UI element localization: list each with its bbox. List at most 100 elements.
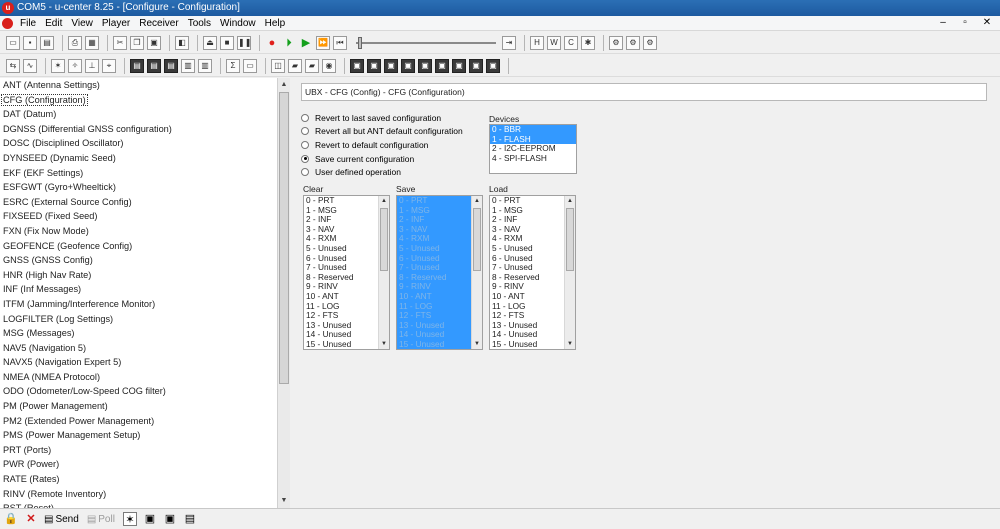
radio-button-icon[interactable] <box>301 168 309 177</box>
deviation-map-icon[interactable]: ▣ <box>384 58 398 73</box>
playback-slider[interactable] <box>356 36 496 50</box>
hot-start-icon[interactable]: H <box>530 35 544 50</box>
speed-icon[interactable]: ▣ <box>452 58 466 73</box>
cut-icon[interactable]: ✂ <box>113 35 127 50</box>
message-list-item[interactable]: ITFM (Jamming/Interference Monitor) <box>0 297 289 312</box>
message-list-item[interactable]: ANT (Antenna Settings) <box>0 78 289 93</box>
message-list-item[interactable]: GNSS (GNSS Config) <box>0 253 289 268</box>
auto-poll-icon[interactable]: ✶ <box>122 512 137 526</box>
new-file-icon[interactable]: ▭ <box>6 35 20 50</box>
scroll-thumb[interactable] <box>380 208 388 271</box>
satellite-level-icon[interactable]: ▣ <box>469 58 483 73</box>
scroll-thumb[interactable] <box>279 92 289 384</box>
radio-button-icon[interactable] <box>301 127 309 136</box>
menu-edit[interactable]: Edit <box>45 17 62 30</box>
open-icon[interactable]: ▤ <box>40 35 54 50</box>
radio-button-icon[interactable] <box>301 154 309 163</box>
copy-view-icon[interactable]: ▣ <box>163 512 177 526</box>
baudrate-icon[interactable]: ∿ <box>23 58 37 73</box>
message-list-item[interactable]: GEOFENCE (Geofence Config) <box>0 239 289 254</box>
scroll-up-icon[interactable]: ▲ <box>278 79 290 91</box>
compass-icon[interactable]: ▣ <box>401 58 415 73</box>
satellite-icon[interactable]: ✧ <box>68 58 82 73</box>
end-icon[interactable]: ⇥ <box>502 35 516 50</box>
option-radio[interactable]: Save current configuration <box>301 152 463 166</box>
gear-alt-icon[interactable]: ⚙ <box>626 35 640 50</box>
devices-list[interactable]: 0 - BBR 1 - FLASH 2 - I2C-EEPROM 4 - SPI-FL… <box>489 124 577 174</box>
message-list-item[interactable]: CFG (Configuration) <box>0 93 289 108</box>
list-view-icon[interactable]: ▤ <box>183 512 197 526</box>
device-item[interactable]: 4 - SPI-FLASH <box>490 153 576 164</box>
cold-start-icon[interactable]: C <box>564 35 578 50</box>
message-list-item[interactable]: PM (Power Management) <box>0 399 289 414</box>
scroll-up-icon[interactable]: ▲ <box>565 196 575 206</box>
message-list-item[interactable]: PMS (Power Management Setup) <box>0 428 289 443</box>
print-preview-icon[interactable]: ▦ <box>85 35 99 50</box>
menu-window[interactable]: Window <box>220 17 256 30</box>
message-list-item[interactable]: RATE (Rates) <box>0 472 289 487</box>
gear-settings-icon[interactable]: ⚙ <box>643 35 657 50</box>
save-list-scrollbar[interactable]: ▲ ▼ <box>471 196 482 349</box>
fast-forward-icon[interactable]: ⏩ <box>316 35 330 50</box>
menu-tools[interactable]: Tools <box>188 17 211 30</box>
message-list-item[interactable]: ESFGWT (Gyro+Wheeltick) <box>0 180 289 195</box>
scroll-thumb[interactable] <box>473 208 481 271</box>
record-icon[interactable]: ● <box>265 36 279 50</box>
message-list-item[interactable]: HNR (High Nav Rate) <box>0 268 289 283</box>
message-list-item[interactable]: DOSC (Disciplined Oscillator) <box>0 136 289 151</box>
message-list-item[interactable]: ODO (Odometer/Low-Speed COG filter) <box>0 384 289 399</box>
message-list-item[interactable]: PWR (Power) <box>0 457 289 472</box>
scroll-up-icon[interactable]: ▲ <box>379 196 389 206</box>
scroll-up-icon[interactable]: ▲ <box>472 196 482 206</box>
message-list-item[interactable]: LOGFILTER (Log Settings) <box>0 312 289 327</box>
menu-receiver[interactable]: Receiver <box>139 17 178 30</box>
section-item[interactable]: 15 - Unused <box>490 339 575 349</box>
play-icon[interactable]: ▶ <box>299 36 313 50</box>
message-list-item[interactable]: PRT (Ports) <box>0 443 289 458</box>
scroll-thumb[interactable] <box>566 208 574 271</box>
message-list-item[interactable]: NAVX5 (Navigation Expert 5) <box>0 355 289 370</box>
warm-start-icon[interactable]: W <box>547 35 561 50</box>
load-list-scrollbar[interactable]: ▲ ▼ <box>564 196 575 349</box>
section-item[interactable]: 15 - Unused <box>397 339 482 349</box>
eject-icon[interactable]: ⏏ <box>203 35 217 50</box>
camera-icon[interactable]: ◉ <box>322 58 336 73</box>
message-list-item[interactable]: MSG (Messages) <box>0 326 289 341</box>
altimeter-icon[interactable]: ▣ <box>435 58 449 73</box>
message-list-item[interactable]: FXN (Fix Now Mode) <box>0 224 289 239</box>
scroll-down-icon[interactable]: ▼ <box>379 339 389 349</box>
message-list-item[interactable]: PM2 (Extended Power Management) <box>0 414 289 429</box>
scroll-down-icon[interactable]: ▼ <box>278 495 290 507</box>
save-icon[interactable]: ▪ <box>23 35 37 50</box>
connect-icon[interactable]: ⇆ <box>6 58 20 73</box>
send-button[interactable]: ▤ Send <box>44 514 79 525</box>
menu-file[interactable]: File <box>20 17 36 30</box>
chart-view-icon[interactable]: ▰ <box>288 58 302 73</box>
message-list-item[interactable]: FIXSEED (Fixed Seed) <box>0 209 289 224</box>
poll-button[interactable]: ▤ Poll <box>87 514 115 525</box>
table-view-icon[interactable]: ▭ <box>243 58 257 73</box>
text-console-icon[interactable]: ▤ <box>130 58 144 73</box>
message-list-item[interactable]: NAV5 (Navigation 5) <box>0 341 289 356</box>
option-radio[interactable]: Revert all but ANT default configuration <box>301 125 463 139</box>
watch-icon[interactable]: ▣ <box>418 58 432 73</box>
configure-view-icon[interactable]: Σ <box>226 58 240 73</box>
menu-view[interactable]: View <box>71 17 93 30</box>
map-view-icon[interactable]: ◫ <box>271 58 285 73</box>
step-forward-icon[interactable]: ⏵ <box>282 36 296 50</box>
slider-thumb[interactable] <box>358 36 362 49</box>
rewind-icon[interactable]: ⏮ <box>333 35 347 50</box>
sky-view-icon[interactable]: ▣ <box>367 58 381 73</box>
message-list-item[interactable]: DGNSS (Differential GNSS configuration) <box>0 122 289 137</box>
message-list-scrollbar[interactable]: ▲ ▼ <box>277 78 290 508</box>
message-list-item[interactable]: RINV (Remote Inventory) <box>0 487 289 502</box>
stop-icon[interactable]: ■ <box>220 35 234 50</box>
minimize-button[interactable]: – <box>936 17 950 29</box>
print-icon[interactable]: ⎙ <box>68 35 82 50</box>
message-list-item[interactable]: DYNSEED (Dynamic Seed) <box>0 151 289 166</box>
copy-icon[interactable]: ❐ <box>130 35 144 50</box>
option-radio[interactable]: Revert to last saved configuration <box>301 111 463 125</box>
paste-icon[interactable]: ▣ <box>147 35 161 50</box>
message-list-item[interactable]: INF (Inf Messages) <box>0 282 289 297</box>
clear-list-scrollbar[interactable]: ▲ ▼ <box>378 196 389 349</box>
